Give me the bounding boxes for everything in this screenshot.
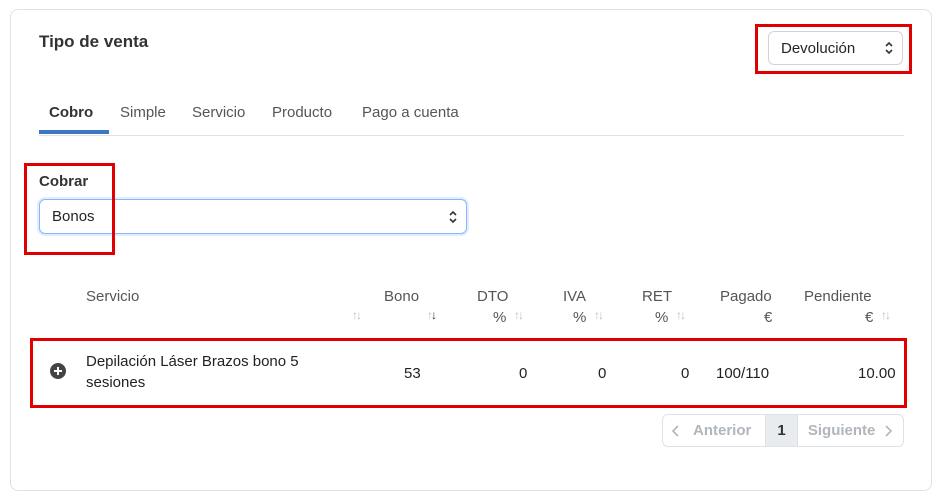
tab-servicio[interactable]: Servicio xyxy=(192,104,245,121)
column-header-ret[interactable]: RET xyxy=(642,288,672,305)
row-dto: 0 xyxy=(519,365,528,382)
column-header-servicio[interactable]: Servicio xyxy=(86,288,139,305)
sort-icon[interactable]: ↑↓ xyxy=(514,308,524,322)
sort-icon[interactable]: ↑↓ xyxy=(676,308,686,322)
chevron-updown-icon xyxy=(449,210,457,223)
tab-bar: Cobro Simple Servicio Producto Pago a cu… xyxy=(39,100,904,136)
pagination-prev-button[interactable]: Anterior xyxy=(663,415,767,446)
row-bono: 53 xyxy=(404,365,421,382)
column-header-pendiente[interactable]: Pendiente xyxy=(804,288,872,305)
pagination-next-button[interactable]: Siguiente xyxy=(798,415,903,446)
row-pagado: 100/110 xyxy=(716,365,770,382)
row-pendiente: 10.00 xyxy=(858,365,896,382)
column-header-pagado[interactable]: Pagado xyxy=(720,288,772,305)
chevron-left-icon xyxy=(671,424,679,437)
expand-plus-icon[interactable] xyxy=(50,363,66,379)
card-title: Tipo de venta xyxy=(39,32,149,51)
cobrar-label: Cobrar xyxy=(39,173,89,190)
column-header-ret-unit: % xyxy=(655,309,669,326)
row-servicio-line2: sesiones xyxy=(86,374,146,391)
tab-pago-a-cuenta[interactable]: Pago a cuenta xyxy=(362,104,459,121)
sale-type-value: Devolución xyxy=(781,39,856,57)
column-header-pagado-unit: € xyxy=(764,309,773,326)
sort-desc-icon[interactable]: ↑↓ xyxy=(427,308,437,322)
column-header-iva-unit: % xyxy=(573,309,587,326)
table-row[interactable] xyxy=(34,340,904,407)
sort-icon[interactable]: ↑↓ xyxy=(352,308,362,322)
pagination-page-1[interactable]: 1 xyxy=(766,415,798,446)
sale-type-select[interactable]: Devolución xyxy=(768,31,903,65)
pagination-prev-label: Anterior xyxy=(693,422,752,439)
sort-icon[interactable]: ↑↓ xyxy=(594,308,604,322)
column-header-bono[interactable]: Bono xyxy=(384,288,419,305)
tab-cobro[interactable]: Cobro xyxy=(49,104,93,121)
tab-producto[interactable]: Producto xyxy=(272,104,332,121)
column-header-dto-unit: % xyxy=(493,309,507,326)
row-ret: 0 xyxy=(681,365,690,382)
chevron-updown-icon xyxy=(885,41,893,55)
pagination: Anterior 1 Siguiente xyxy=(662,414,904,447)
tab-simple[interactable]: Simple xyxy=(120,104,166,121)
cobrar-value: Bonos xyxy=(52,208,95,225)
column-header-pendiente-unit: € xyxy=(865,309,874,326)
pagination-next-label: Siguiente xyxy=(807,422,876,439)
sort-icon[interactable]: ↑↓ xyxy=(881,308,891,322)
column-header-dto[interactable]: DTO xyxy=(477,288,508,305)
chevron-right-icon xyxy=(885,424,893,437)
column-header-iva[interactable]: IVA xyxy=(563,288,586,305)
active-tab-indicator xyxy=(39,130,109,134)
cobrar-select[interactable]: Bonos xyxy=(39,199,467,234)
row-iva: 0 xyxy=(598,365,607,382)
row-servicio-line1: Depilación Láser Brazos bono 5 xyxy=(86,353,299,370)
